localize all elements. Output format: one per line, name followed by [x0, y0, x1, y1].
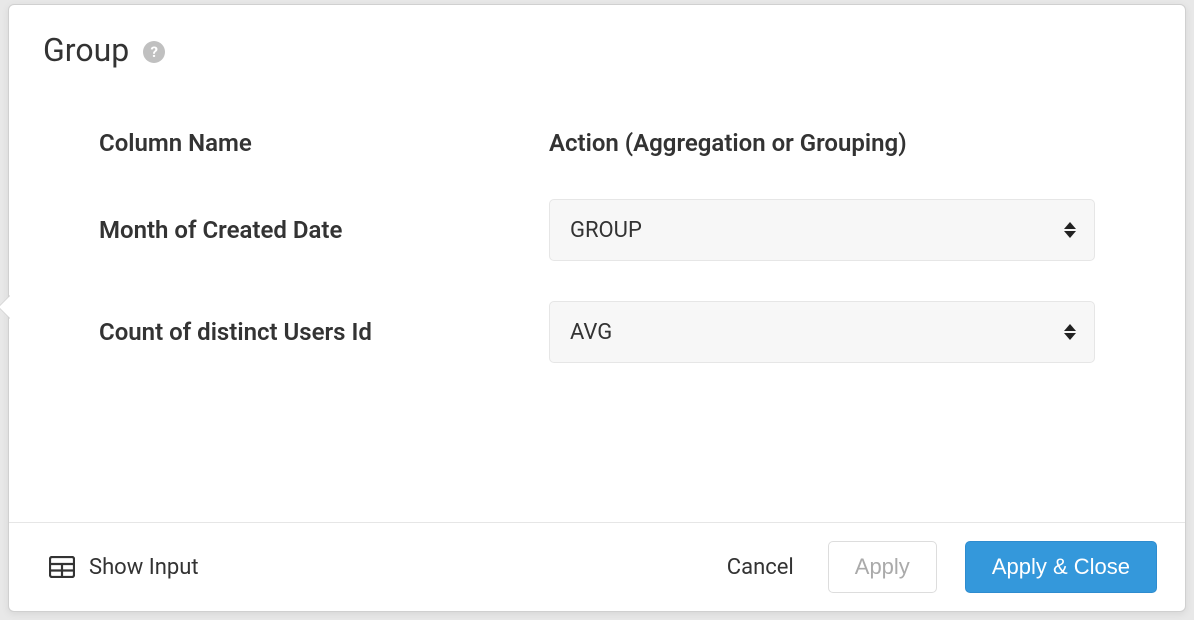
- dialog-header: Group ?: [9, 5, 1185, 79]
- dialog-footer: Show Input Cancel Apply Apply & Close: [9, 522, 1185, 611]
- apply-button[interactable]: Apply: [828, 541, 937, 593]
- action-select-value: AVG: [570, 320, 612, 345]
- dialog-title: Group: [43, 31, 129, 69]
- table-row: Count of distinct Users Id AVG: [99, 301, 1095, 363]
- chevron-updown-icon: [1064, 222, 1076, 238]
- table-icon: [49, 556, 75, 578]
- table-header-row: Column Name Action (Aggregation or Group…: [99, 129, 1095, 157]
- footer-actions: Cancel Apply Apply & Close: [721, 541, 1157, 593]
- apply-close-button[interactable]: Apply & Close: [965, 541, 1157, 593]
- help-icon[interactable]: ?: [143, 41, 165, 63]
- show-input-label: Show Input: [89, 555, 199, 580]
- dialog-pointer: [0, 295, 11, 319]
- action-header: Action (Aggregation or Grouping): [549, 129, 1095, 157]
- action-select-row-2[interactable]: AVG: [549, 301, 1095, 363]
- dialog-body: Column Name Action (Aggregation or Group…: [9, 79, 1185, 522]
- group-dialog: Group ? Column Name Action (Aggregation …: [8, 4, 1186, 612]
- show-input-toggle[interactable]: Show Input: [49, 555, 199, 580]
- row-column-name: Count of distinct Users Id: [99, 318, 549, 346]
- row-column-name: Month of Created Date: [99, 216, 549, 244]
- table-row: Month of Created Date GROUP: [99, 199, 1095, 261]
- chevron-updown-icon: [1064, 324, 1076, 340]
- cancel-button[interactable]: Cancel: [721, 545, 800, 590]
- action-select-row-1[interactable]: GROUP: [549, 199, 1095, 261]
- action-select-value: GROUP: [570, 218, 642, 243]
- column-name-header: Column Name: [99, 129, 549, 157]
